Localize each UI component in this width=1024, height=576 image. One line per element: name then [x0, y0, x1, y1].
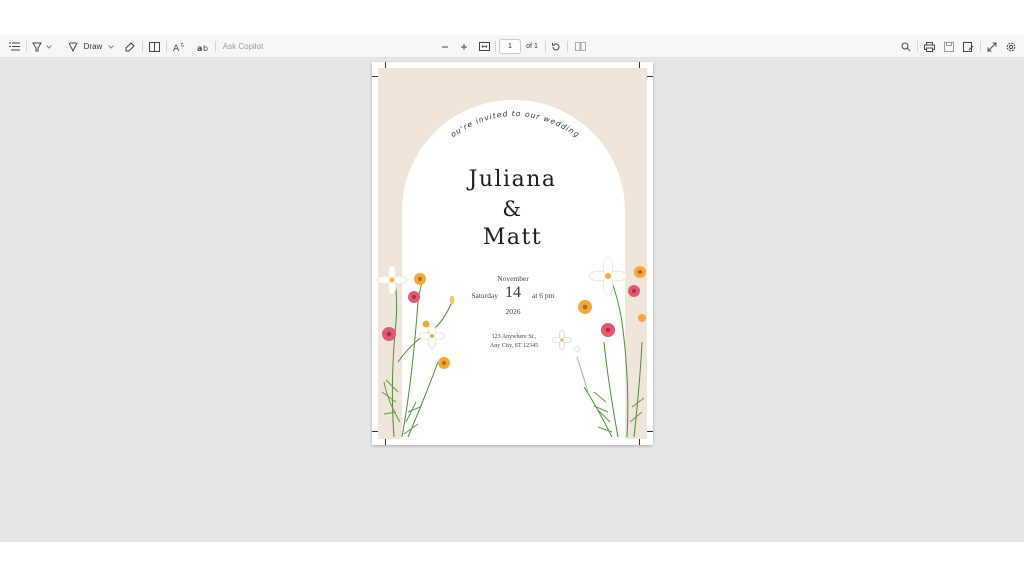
ampersand: &	[502, 197, 523, 221]
crop-mark	[647, 431, 653, 432]
draw-button[interactable]: Draw	[82, 35, 104, 58]
toolbar-separator	[142, 41, 143, 52]
name-2: Matt	[482, 225, 543, 250]
fit-page-icon[interactable]	[478, 35, 491, 58]
crop-mark	[639, 439, 640, 445]
highlight-icon[interactable]	[31, 35, 43, 58]
top-margin	[0, 0, 1024, 35]
toolbar-separator	[495, 41, 496, 52]
eraser-icon[interactable]	[124, 35, 136, 58]
read-aloud-icon[interactable]: A	[172, 35, 186, 58]
contents-icon[interactable]	[8, 35, 20, 58]
draw-icon[interactable]	[67, 35, 79, 58]
svg-text:a: a	[197, 44, 202, 52]
two-page-icon[interactable]	[574, 35, 587, 58]
chevron-down-icon[interactable]	[45, 35, 53, 58]
print-icon[interactable]	[923, 35, 936, 58]
zoom-out-icon[interactable]	[440, 35, 450, 58]
svg-text:b: b	[203, 44, 208, 52]
toolbar-separator	[26, 41, 27, 52]
page-number-input[interactable]: 1	[499, 39, 521, 54]
address-line-1: 123 Anywhere St.,	[491, 334, 537, 340]
page-total-label: of 1	[526, 43, 538, 50]
ask-copilot-button[interactable]: Ask Copilot	[222, 35, 264, 58]
toolbar-separator	[567, 41, 568, 52]
arc-text: You're invited to our wedding!	[372, 62, 581, 139]
event-day: 14	[505, 284, 521, 301]
bottom-margin	[0, 542, 1024, 576]
event-time: at 6 pm	[532, 291, 555, 300]
page-view-icon[interactable]	[148, 35, 160, 58]
svg-text:You're invited to our wedding!: You're invited to our wedding!	[372, 62, 582, 139]
translate-icon[interactable]: ab	[196, 35, 210, 58]
chevron-down-icon[interactable]	[107, 35, 115, 58]
pdf-page: You're invited to our wedding! Juliana &…	[372, 62, 653, 445]
toolbar-separator	[980, 41, 981, 52]
toolbar-separator	[545, 41, 546, 52]
save-as-icon[interactable]	[962, 35, 975, 58]
address-line-2: Any City, ST 12345	[489, 343, 539, 349]
toolbar-separator	[215, 41, 216, 52]
svg-text:A: A	[173, 44, 180, 52]
toolbar-separator	[917, 41, 918, 52]
event-month: November	[497, 274, 529, 283]
rotate-icon[interactable]	[550, 35, 562, 58]
zoom-in-icon[interactable]	[459, 35, 469, 58]
save-icon[interactable]	[943, 35, 955, 58]
search-icon[interactable]	[900, 35, 912, 58]
event-year: 2026	[505, 307, 521, 316]
name-1: Juliana	[468, 167, 557, 192]
fullscreen-icon[interactable]	[986, 35, 998, 58]
invite-arc-text: You're invited to our wedding!	[372, 62, 582, 139]
toolbar-separator	[166, 41, 167, 52]
event-weekday: Saturday	[471, 291, 498, 300]
settings-icon[interactable]	[1005, 35, 1017, 58]
crop-mark	[385, 439, 386, 445]
